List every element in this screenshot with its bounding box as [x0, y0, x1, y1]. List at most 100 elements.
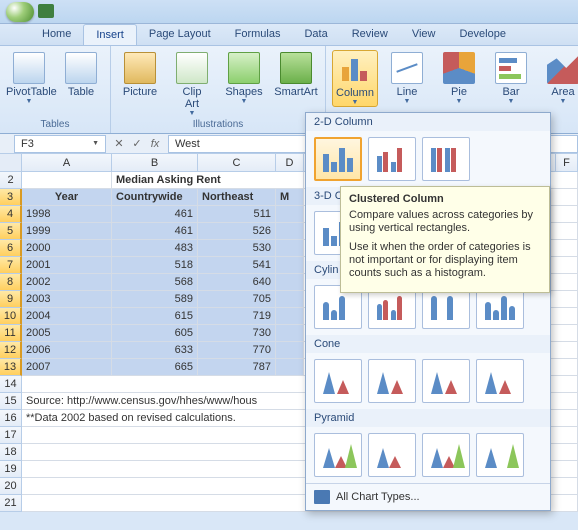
- cell[interactable]: [276, 223, 304, 240]
- cell[interactable]: 541: [198, 257, 276, 274]
- cone-option-2[interactable]: [368, 359, 416, 403]
- cell[interactable]: 461: [112, 223, 198, 240]
- 100pct-stacked-column-option[interactable]: [422, 137, 470, 181]
- cell[interactable]: [22, 172, 112, 189]
- cell[interactable]: Countrywide: [112, 189, 198, 206]
- cell[interactable]: 1998: [22, 206, 112, 223]
- name-box[interactable]: F3▼: [14, 135, 106, 153]
- cell[interactable]: 2001: [22, 257, 112, 274]
- smartart-button[interactable]: SmartArt: [273, 50, 319, 117]
- rowhead-20[interactable]: 20: [0, 478, 22, 495]
- cell[interactable]: 787: [198, 359, 276, 376]
- cell[interactable]: [276, 359, 304, 376]
- pivottable-button[interactable]: PivotTable▼: [6, 50, 52, 105]
- colhead-f[interactable]: F: [556, 154, 578, 172]
- tab-home[interactable]: Home: [30, 24, 83, 45]
- rowhead-3[interactable]: 3: [0, 189, 22, 206]
- tab-formulas[interactable]: Formulas: [223, 24, 293, 45]
- rowhead-16[interactable]: 16: [0, 410, 22, 427]
- cell[interactable]: 633: [112, 342, 198, 359]
- pyramid-option-1[interactable]: [314, 433, 362, 477]
- cell[interactable]: 730: [198, 325, 276, 342]
- table-button[interactable]: Table: [58, 50, 104, 105]
- cell[interactable]: 719: [198, 308, 276, 325]
- rowhead-14[interactable]: 14: [0, 376, 22, 393]
- pie-chart-button[interactable]: Pie▼: [436, 50, 482, 107]
- rowhead-17[interactable]: 17: [0, 427, 22, 444]
- cell[interactable]: 530: [198, 240, 276, 257]
- cell[interactable]: [276, 257, 304, 274]
- cell[interactable]: [276, 308, 304, 325]
- bar-chart-button[interactable]: Bar▼: [488, 50, 534, 107]
- cell[interactable]: 2003: [22, 291, 112, 308]
- picture-button[interactable]: Picture: [117, 50, 163, 117]
- cell[interactable]: [276, 342, 304, 359]
- cell[interactable]: 665: [112, 359, 198, 376]
- cone-option-3[interactable]: [422, 359, 470, 403]
- tab-developer[interactable]: Develope: [447, 24, 517, 45]
- cell[interactable]: 2005: [22, 325, 112, 342]
- rowhead-6[interactable]: 6: [0, 240, 22, 257]
- colhead-a[interactable]: A: [22, 154, 112, 172]
- fx-icon[interactable]: fx: [148, 137, 162, 151]
- colhead-b[interactable]: B: [112, 154, 198, 172]
- cancel-icon[interactable]: ✕: [112, 137, 126, 151]
- rowhead-8[interactable]: 8: [0, 274, 22, 291]
- office-button[interactable]: [6, 2, 34, 22]
- pyramid-option-3[interactable]: [422, 433, 470, 477]
- rowhead-11[interactable]: 11: [0, 325, 22, 342]
- clipart-button[interactable]: ClipArt▼: [169, 50, 215, 117]
- cell[interactable]: M: [276, 189, 304, 206]
- enter-icon[interactable]: ✓: [130, 137, 144, 151]
- cell[interactable]: [276, 206, 304, 223]
- cell[interactable]: Northeast: [198, 189, 276, 206]
- rowhead-10[interactable]: 10: [0, 308, 22, 325]
- rowhead-9[interactable]: 9: [0, 291, 22, 308]
- cell[interactable]: 526: [198, 223, 276, 240]
- tab-page-layout[interactable]: Page Layout: [137, 24, 223, 45]
- rowhead-7[interactable]: 7: [0, 257, 22, 274]
- cell[interactable]: 2006: [22, 342, 112, 359]
- colhead-d[interactable]: D: [276, 154, 304, 172]
- rowhead-2[interactable]: 2: [0, 172, 22, 189]
- colhead-c[interactable]: C: [198, 154, 276, 172]
- rowhead-4[interactable]: 4: [0, 206, 22, 223]
- column-chart-button[interactable]: Column▼: [332, 50, 378, 107]
- cell[interactable]: 1999: [22, 223, 112, 240]
- cell[interactable]: 705: [198, 291, 276, 308]
- rowhead-21[interactable]: 21: [0, 495, 22, 512]
- tab-insert[interactable]: Insert: [83, 24, 137, 45]
- line-chart-button[interactable]: Line▼: [384, 50, 430, 107]
- cell[interactable]: 518: [112, 257, 198, 274]
- cell[interactable]: [276, 240, 304, 257]
- cell[interactable]: 605: [112, 325, 198, 342]
- area-chart-button[interactable]: Area▼: [540, 50, 578, 107]
- cone-option-4[interactable]: [476, 359, 524, 403]
- tab-view[interactable]: View: [400, 24, 448, 45]
- cone-option-1[interactable]: [314, 359, 362, 403]
- cell[interactable]: 615: [112, 308, 198, 325]
- rowhead-13[interactable]: 13: [0, 359, 22, 376]
- cell[interactable]: 2002: [22, 274, 112, 291]
- cell[interactable]: 483: [112, 240, 198, 257]
- select-all-corner[interactable]: [0, 154, 22, 172]
- cell[interactable]: [276, 274, 304, 291]
- cell[interactable]: [276, 325, 304, 342]
- cell[interactable]: [276, 291, 304, 308]
- rowhead-15[interactable]: 15: [0, 393, 22, 410]
- cell[interactable]: 2007: [22, 359, 112, 376]
- rowhead-19[interactable]: 19: [0, 461, 22, 478]
- cell[interactable]: 770: [198, 342, 276, 359]
- shapes-button[interactable]: Shapes▼: [221, 50, 267, 117]
- cell[interactable]: 640: [198, 274, 276, 291]
- stacked-column-option[interactable]: [368, 137, 416, 181]
- cell[interactable]: Median Asking Rent: [112, 172, 304, 189]
- tab-data[interactable]: Data: [292, 24, 339, 45]
- pyramid-option-4[interactable]: [476, 433, 524, 477]
- cell[interactable]: 568: [112, 274, 198, 291]
- rowhead-18[interactable]: 18: [0, 444, 22, 461]
- cell[interactable]: 511: [198, 206, 276, 223]
- cell[interactable]: 2004: [22, 308, 112, 325]
- cell[interactable]: 2000: [22, 240, 112, 257]
- clustered-column-option[interactable]: [314, 137, 362, 181]
